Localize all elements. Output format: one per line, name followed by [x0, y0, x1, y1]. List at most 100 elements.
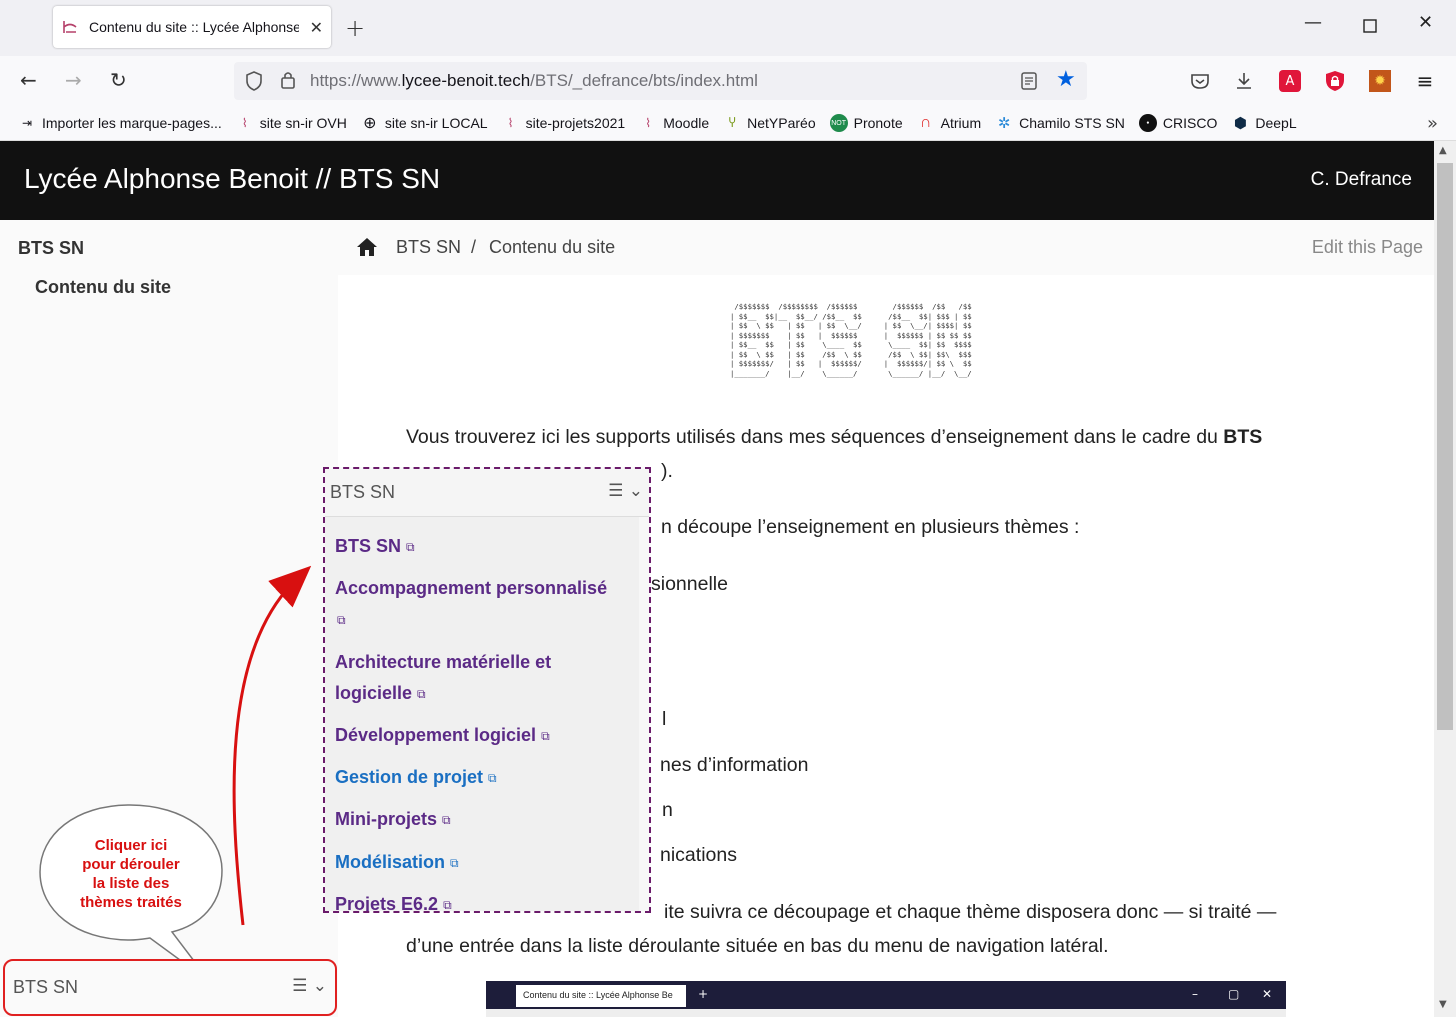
bookmark-moodle[interactable]: ⌇ Moodle: [639, 114, 709, 132]
bookmark-chamilo[interactable]: ✲ Chamilo STS SN: [995, 114, 1125, 132]
reload-icon[interactable]: ↻: [110, 68, 127, 92]
callout-text: Cliquer ici pour dérouler la liste des t…: [80, 837, 182, 911]
dropdown-item-mini-projets[interactable]: Mini-projets ⧉: [335, 804, 451, 836]
theme-item-4: n: [662, 799, 673, 821]
theme-item-3: nes d’information: [660, 754, 809, 776]
site-header: Lycée Alphonse Benoit // BTS SN C. Defra…: [0, 141, 1434, 220]
external-link-icon: ⧉: [337, 612, 346, 627]
bookmark-netypareo[interactable]: Ⴤ NetYParéo: [723, 114, 816, 132]
url-text: https://www.lycee-benoit.tech/BTS/_defra…: [310, 71, 758, 90]
external-link-icon: ⧉: [541, 728, 550, 743]
page-scrollbar[interactable]: ▲ ▼: [1434, 141, 1456, 1017]
netypareo-icon: Ⴤ: [728, 116, 736, 130]
reader-view-icon[interactable]: [1021, 72, 1037, 90]
bookmark-crisco[interactable]: ● CRISCO: [1138, 114, 1217, 132]
dropdown-item-architecture[interactable]: Architecture matérielle et logicielle ⧉: [335, 647, 551, 710]
annotation-arrow: [232, 565, 312, 926]
theme-select-label: BTS SN: [13, 977, 79, 997]
outro-line-1: ite suivra ce découpage et chaque thème …: [664, 901, 1277, 923]
home-icon[interactable]: [356, 236, 378, 258]
dropdown-item-modelisation[interactable]: Modélisation ⧉: [335, 847, 459, 879]
tab-title: Contenu du site :: Lycée Alphonse Benoit: [89, 19, 299, 35]
dropdown-item-accompagnement[interactable]: Accompagnement personnalisé ⧉: [335, 573, 607, 636]
intro-line-2: ).: [661, 460, 673, 482]
external-link-icon: ⧉: [443, 897, 452, 911]
sidebar-title[interactable]: BTS SN: [18, 238, 84, 259]
close-tab-icon[interactable]: ✕: [310, 18, 323, 37]
theme-dropdown-popup: BTS SN ☰ ⌄ BTS SN ⧉ Accompagnement person…: [323, 467, 651, 913]
embedded-newtab-icon: +: [698, 987, 709, 1001]
breadcrumb-root[interactable]: BTS SN: [396, 237, 461, 258]
bookmark-deepl[interactable]: ⬢ DeepL: [1231, 114, 1297, 132]
pocket-icon[interactable]: [1189, 70, 1211, 92]
lock-icon[interactable]: [280, 70, 296, 90]
crisco-icon: ●: [1138, 114, 1157, 132]
import-icon: ⇥: [21, 116, 33, 130]
extension-a-icon[interactable]: A: [1279, 70, 1301, 92]
annotation-graphics: [39, 565, 312, 983]
dropdown-header[interactable]: BTS SN ☰ ⌄: [325, 469, 649, 517]
back-icon[interactable]: ←: [20, 68, 37, 92]
breadcrumb: BTS SN / Contenu du site Edit this Page: [338, 220, 1434, 275]
address-bar[interactable]: https://www.lycee-benoit.tech/BTS/_defra…: [234, 62, 1087, 100]
scroll-down-icon[interactable]: ▼: [1439, 999, 1447, 1010]
breadcrumb-current: Contenu du site: [489, 237, 616, 257]
minimize-icon[interactable]: —: [1304, 12, 1322, 33]
dropdown-item-gestion-projet[interactable]: Gestion de projet ⧉: [335, 762, 497, 794]
shield-icon[interactable]: [244, 70, 264, 92]
intro-line-1: Vous trouverez ici les supports utilisés…: [406, 426, 1263, 448]
bookmark-site-projets[interactable]: ⌇ site-projets2021: [502, 114, 626, 132]
bookmark-import[interactable]: ⇥ Importer les marque-pages...: [18, 114, 222, 132]
sidebar-item-contenu[interactable]: Contenu du site: [35, 277, 171, 298]
maximize-icon[interactable]: [1363, 19, 1377, 33]
menu-icon[interactable]: ≡: [1414, 69, 1436, 93]
atrium-icon: ∩: [919, 114, 932, 131]
embedded-close-icon: ✕: [1262, 987, 1273, 1001]
bookmarks-overflow-icon[interactable]: »: [1427, 113, 1438, 134]
new-tab-icon[interactable]: +: [345, 14, 365, 42]
site-favicon: ⌇: [507, 116, 514, 130]
dropdown-toggle-icon[interactable]: ☰ ⌄: [608, 481, 643, 501]
intro-line-3: n découpe l’enseignement en plusieurs th…: [661, 516, 1080, 538]
edit-page-link[interactable]: Edit this Page: [1312, 237, 1423, 258]
close-window-icon[interactable]: ✕: [1418, 12, 1433, 33]
scrollbar-thumb[interactable]: [1437, 163, 1453, 730]
dropdown-scrollbar[interactable]: [639, 517, 649, 911]
external-link-icon: ⧉: [417, 686, 426, 701]
bookmark-site-local[interactable]: ⊕ site sn-ir LOCAL: [361, 114, 487, 132]
chamilo-icon: ✲: [997, 115, 1011, 132]
site-title[interactable]: Lycée Alphonse Benoit // BTS SN: [24, 163, 440, 195]
bookmarks-bar: ⇥ Importer les marque-pages... ⌇ site sn-i…: [0, 106, 1456, 141]
browser-tab[interactable]: Contenu du site :: Lycée Alphonse Benoit…: [53, 6, 331, 48]
theme-item-1: sionnelle: [651, 573, 728, 595]
external-link-icon: ⧉: [450, 855, 459, 870]
external-link-icon: ⧉: [442, 812, 451, 827]
ascii-art-banner: /$$$$$$$ /$$$$$$$$ /$$$$$$ /$$$$$$ /$$ /…: [730, 302, 972, 378]
bookmark-site-ovh[interactable]: ⌇ site sn-ir OVH: [236, 114, 347, 132]
dropdown-list: BTS SN ⧉ Accompagnement personnalisé ⧉ Arc…: [325, 517, 639, 911]
embedded-tab: Contenu du site :: Lycée Alphonse Be: [516, 985, 686, 1007]
dropdown-item-developpement[interactable]: Développement logiciel ⧉: [335, 720, 550, 752]
bookmark-pronote[interactable]: NOT Pronote: [829, 114, 903, 132]
dropdown-item-projets-e62[interactable]: Projets E6.2 ⧉: [335, 889, 452, 911]
download-icon[interactable]: [1233, 70, 1255, 92]
dropdown-item-bts-sn[interactable]: BTS SN ⧉: [335, 531, 415, 563]
external-link-icon: ⧉: [488, 770, 497, 785]
theme-select[interactable]: BTS SN ☰ ⌄: [3, 959, 337, 1016]
browser-navbar: ← → ↻ https://www.lycee-benoit.tech/BTS/…: [0, 56, 1456, 106]
theme-item-2: l: [662, 708, 667, 730]
site-favicon: ⌇: [241, 116, 248, 130]
site-favicon: ⌇: [645, 116, 652, 130]
bookmark-atrium[interactable]: ∩ Atrium: [917, 114, 981, 132]
external-link-icon: ⧉: [406, 539, 415, 554]
scroll-up-icon[interactable]: ▲: [1439, 145, 1447, 156]
theme-select-toggle-icon[interactable]: ☰ ⌄: [292, 976, 327, 996]
forward-icon[interactable]: →: [65, 68, 82, 92]
embedded-navbar: [486, 1009, 1286, 1017]
extension-sun-icon[interactable]: ✹: [1369, 70, 1391, 92]
extension-lock-icon[interactable]: [1324, 70, 1346, 92]
embedded-screenshot: Contenu du site :: Lycée Alphonse Be + –…: [486, 981, 1286, 1017]
bookmark-star-icon[interactable]: ★: [1056, 67, 1076, 92]
theme-item-5: nications: [660, 844, 737, 866]
embedded-maximize-icon: ▢: [1228, 987, 1240, 1001]
